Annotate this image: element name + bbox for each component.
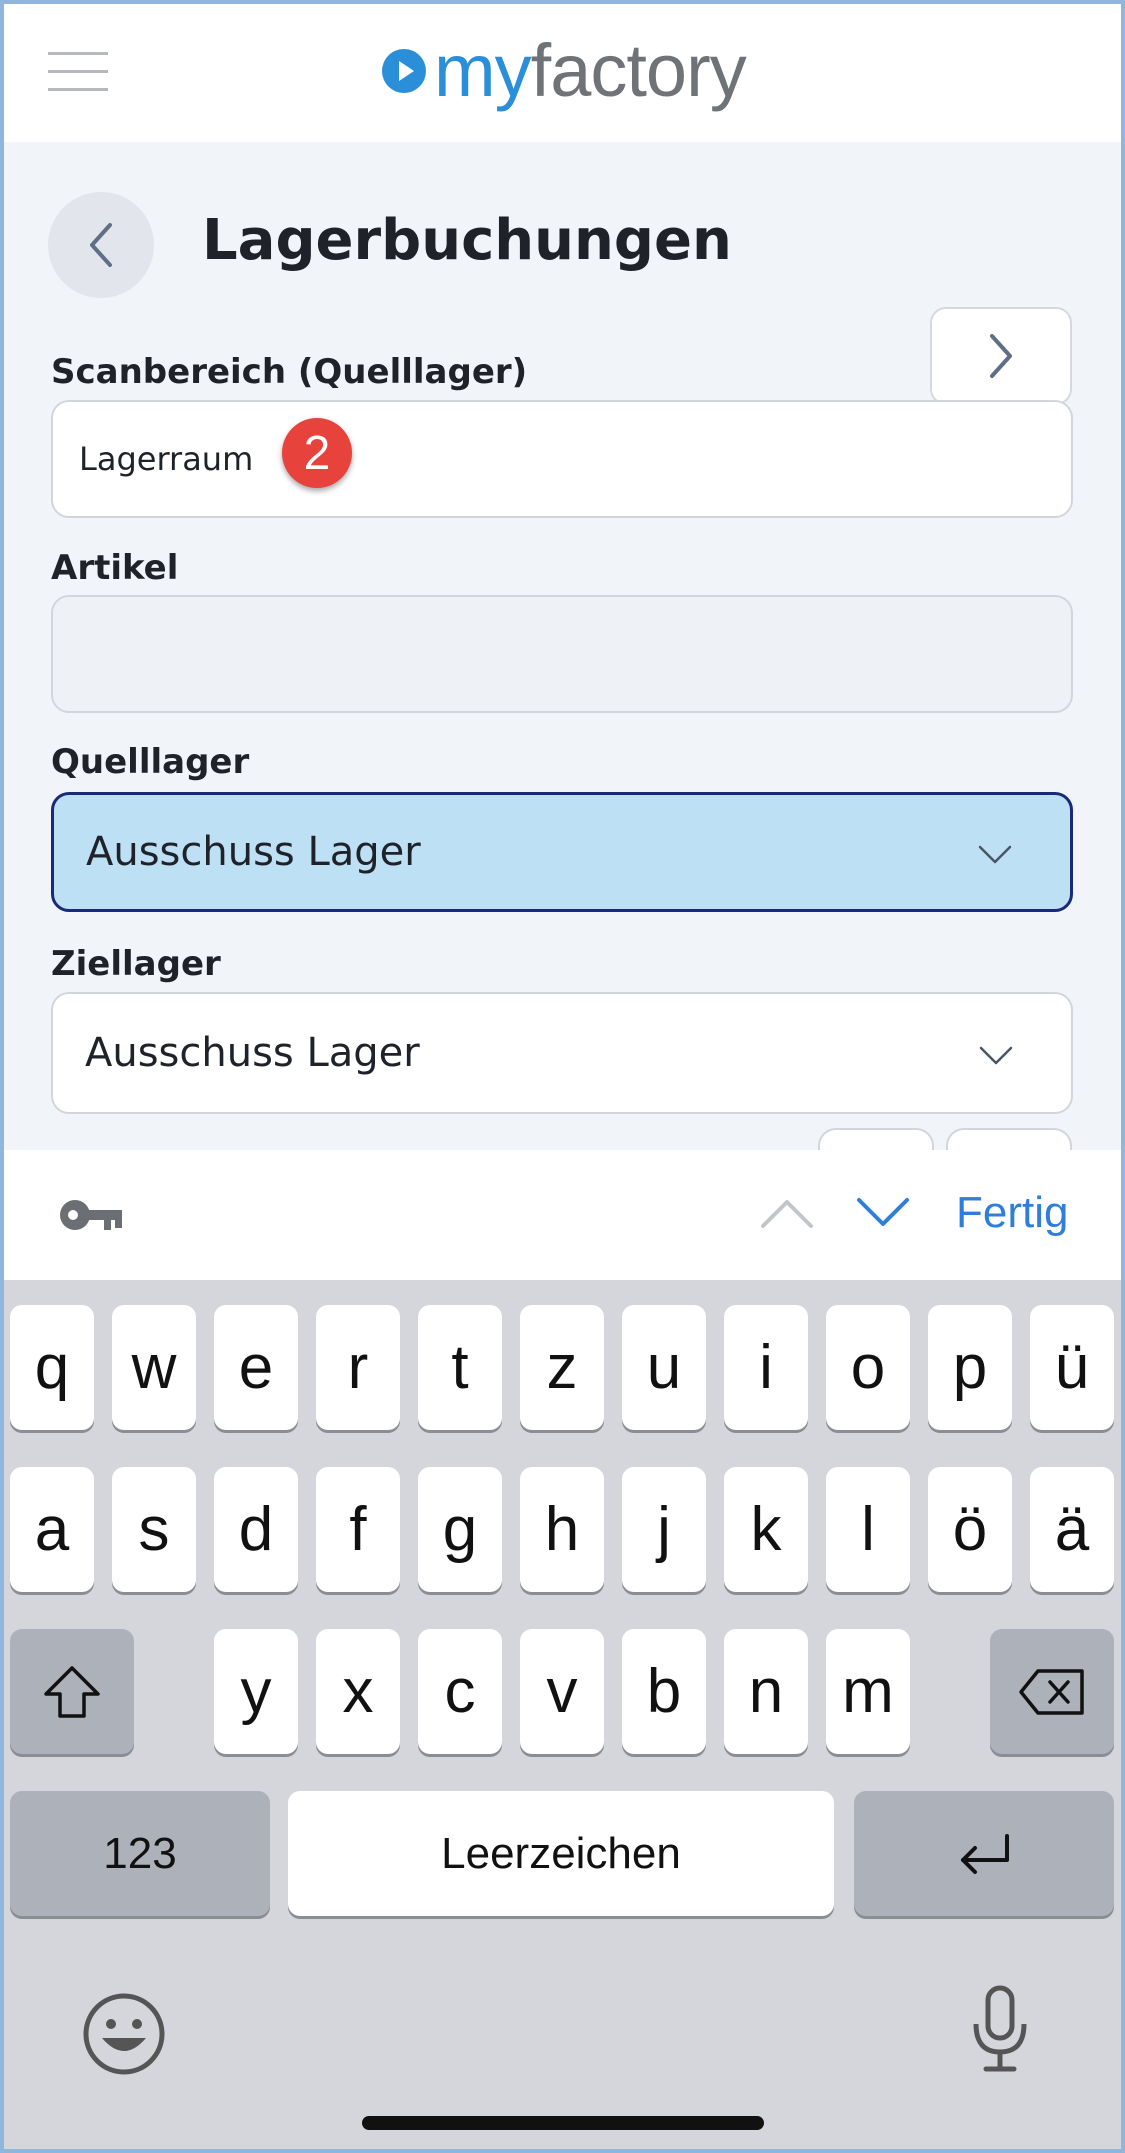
shift-icon	[44, 1665, 100, 1718]
key[interactable]: ä	[1030, 1467, 1114, 1592]
scan-area-input[interactable]: Lagerraum	[51, 400, 1073, 518]
key[interactable]: d	[214, 1467, 298, 1592]
key[interactable]: k	[724, 1467, 808, 1592]
step-badge: 2	[282, 418, 352, 488]
source-warehouse-select[interactable]: Ausschuss Lager	[51, 792, 1073, 912]
key[interactable]: r	[316, 1305, 400, 1430]
key[interactable]: u	[622, 1305, 706, 1430]
delete-key[interactable]	[990, 1629, 1114, 1754]
scan-area-value: Lagerraum	[79, 440, 254, 478]
logo-text-my: my	[434, 29, 532, 112]
chevron-left-icon	[90, 223, 112, 267]
key[interactable]: s	[112, 1467, 196, 1592]
key-icon[interactable]	[56, 1196, 124, 1234]
key[interactable]: z	[520, 1305, 604, 1430]
article-label: Artikel	[51, 548, 179, 588]
key[interactable]: i	[724, 1305, 808, 1430]
return-icon	[961, 1833, 1009, 1874]
key[interactable]: l	[826, 1467, 910, 1592]
key[interactable]: j	[622, 1467, 706, 1592]
key[interactable]: w	[112, 1305, 196, 1430]
target-warehouse-label: Ziellager	[51, 944, 221, 984]
chevron-down-icon	[979, 1046, 1013, 1065]
key[interactable]: ü	[1030, 1305, 1114, 1430]
key[interactable]: x	[316, 1629, 400, 1754]
back-button[interactable]	[48, 192, 154, 298]
target-warehouse-select[interactable]: Ausschuss Lager	[51, 992, 1073, 1114]
key[interactable]: n	[724, 1629, 808, 1754]
done-button[interactable]: Fertig	[956, 1188, 1068, 1238]
chevron-right-icon	[990, 334, 1012, 378]
page-title: Lagerbuchungen	[202, 208, 732, 273]
numbers-key[interactable]: 123	[10, 1791, 270, 1916]
next-step-button[interactable]	[930, 307, 1072, 405]
key[interactable]: o	[826, 1305, 910, 1430]
key[interactable]: f	[316, 1467, 400, 1592]
source-warehouse-label: Quelllager	[51, 742, 250, 782]
chevron-up-icon[interactable]	[760, 1196, 814, 1230]
target-warehouse-value: Ausschuss Lager	[85, 1030, 420, 1076]
emoji-icon[interactable]	[82, 1992, 166, 2076]
home-indicator[interactable]	[362, 2116, 764, 2130]
key[interactable]: g	[418, 1467, 502, 1592]
chevron-down-icon[interactable]	[856, 1196, 910, 1230]
source-warehouse-value: Ausschuss Lager	[86, 829, 421, 875]
key[interactable]: a	[10, 1467, 94, 1592]
article-input[interactable]	[51, 595, 1073, 713]
scan-area-label: Scanbereich (Quelllager)	[51, 352, 528, 392]
key[interactable]: ö	[928, 1467, 1012, 1592]
key[interactable]: y	[214, 1629, 298, 1754]
chevron-down-icon	[978, 845, 1012, 864]
space-key[interactable]: Leerzeichen	[288, 1791, 834, 1916]
key[interactable]: q	[10, 1305, 94, 1430]
key[interactable]: h	[520, 1467, 604, 1592]
key[interactable]: e	[214, 1305, 298, 1430]
key[interactable]: p	[928, 1305, 1012, 1430]
microphone-icon[interactable]	[970, 1984, 1030, 2074]
logo-text-factory: factory	[530, 29, 747, 112]
backspace-icon	[1019, 1668, 1084, 1715]
return-key[interactable]	[854, 1791, 1114, 1916]
key[interactable]: c	[418, 1629, 502, 1754]
key[interactable]: m	[826, 1629, 910, 1754]
hamburger-icon[interactable]	[48, 52, 108, 92]
key[interactable]: t	[418, 1305, 502, 1430]
key[interactable]: b	[622, 1629, 706, 1754]
myfactory-logo: myfactory	[380, 26, 747, 116]
shift-key[interactable]	[10, 1629, 134, 1754]
app-header: myfactory	[0, 0, 1125, 142]
key[interactable]: v	[520, 1629, 604, 1754]
play-circle-icon	[382, 49, 426, 93]
